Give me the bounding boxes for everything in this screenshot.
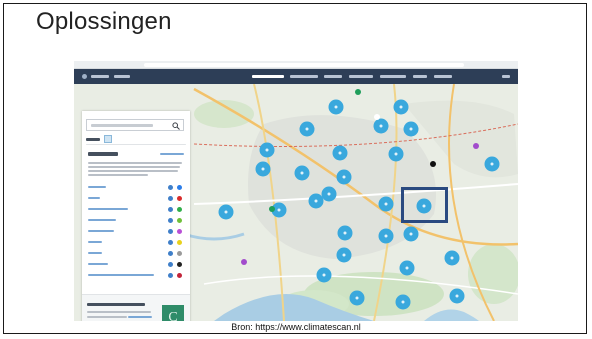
show-all-link[interactable] (160, 153, 184, 155)
category-color-dot (177, 240, 182, 245)
embedded-screenshot: C (74, 61, 518, 321)
map-cluster[interactable] (321, 186, 337, 202)
category-item[interactable] (88, 230, 114, 232)
categories-help (88, 166, 180, 168)
category-item[interactable] (88, 208, 128, 210)
map-cluster[interactable] (316, 267, 332, 283)
category-color-dot (177, 273, 182, 278)
nav-item (290, 75, 318, 78)
category-color-dot (177, 196, 182, 201)
map-cluster[interactable] (484, 156, 500, 172)
categories-help (88, 174, 148, 176)
divider (86, 144, 186, 145)
map-cluster[interactable] (299, 121, 315, 137)
category-item[interactable] (88, 186, 106, 188)
category-toggle[interactable] (168, 240, 173, 245)
search-input[interactable] (86, 119, 184, 131)
category-color-dot (177, 207, 182, 212)
map-marker[interactable] (269, 206, 275, 212)
category-color-dot (177, 229, 182, 234)
map-cluster[interactable] (336, 247, 352, 263)
map-cluster[interactable] (336, 169, 352, 185)
category-toggle[interactable] (168, 273, 173, 278)
map-cluster[interactable] (388, 146, 404, 162)
contribute-text (87, 311, 151, 313)
map-marker[interactable] (430, 161, 436, 167)
categories-help (88, 170, 178, 172)
map-marker[interactable] (355, 89, 361, 95)
nav-item (413, 75, 427, 78)
highlight-box (401, 187, 448, 223)
map-cluster[interactable] (349, 290, 365, 306)
map-marker[interactable] (374, 114, 380, 120)
map-cluster[interactable] (378, 228, 394, 244)
site-navbar (74, 69, 518, 84)
category-toggle[interactable] (168, 251, 173, 256)
category-toggle[interactable] (168, 218, 173, 223)
nav-item (502, 75, 510, 78)
contribute-box: C (82, 294, 190, 321)
category-item[interactable] (88, 219, 116, 221)
nav-item-active (252, 75, 284, 78)
category-item[interactable] (88, 197, 100, 199)
map-cluster[interactable] (218, 204, 234, 220)
climatescan-logo-icon: C (162, 305, 184, 321)
category-item[interactable] (88, 241, 102, 243)
nav-item (114, 75, 130, 78)
contribute-text (87, 316, 127, 318)
map-cluster[interactable] (255, 161, 271, 177)
map-cluster[interactable] (328, 99, 344, 115)
layers-icon[interactable] (104, 135, 112, 143)
map-cluster[interactable] (403, 226, 419, 242)
map-cluster[interactable] (373, 118, 389, 134)
category-toggle[interactable] (168, 262, 173, 267)
category-toggle[interactable] (168, 196, 173, 201)
category-item[interactable] (88, 263, 108, 265)
category-color-dot (177, 218, 182, 223)
map-cluster[interactable] (308, 193, 324, 209)
category-color-dot (177, 262, 182, 267)
nav-item (434, 75, 452, 78)
nav-item (380, 75, 406, 78)
address-bar (144, 63, 464, 67)
nav-item (349, 75, 373, 78)
nav-item (91, 75, 109, 78)
sidebar-panel: C (82, 111, 190, 321)
map-marker[interactable] (473, 143, 479, 149)
categories-heading (88, 152, 118, 156)
map-view: C (74, 84, 518, 321)
map-cluster[interactable] (449, 288, 465, 304)
category-toggle[interactable] (168, 185, 173, 190)
category-color-dot (177, 251, 182, 256)
map-cluster[interactable] (403, 121, 419, 137)
source-caption: Bron: https://www.climatescan.nl (231, 322, 361, 332)
map-cluster[interactable] (393, 99, 409, 115)
map-marker[interactable] (241, 259, 247, 265)
category-color-dot (177, 185, 182, 190)
slide-title: Oplossingen (36, 8, 172, 35)
nav-item (324, 75, 342, 78)
category-toggle[interactable] (168, 207, 173, 212)
category-toggle[interactable] (168, 229, 173, 234)
map-cluster[interactable] (337, 225, 353, 241)
map-cluster[interactable] (444, 250, 460, 266)
category-item[interactable] (88, 274, 154, 276)
map-cluster[interactable] (332, 145, 348, 161)
map-cluster[interactable] (378, 196, 394, 212)
site-logo-icon (82, 74, 87, 79)
map-cluster[interactable] (399, 260, 415, 276)
map-cluster[interactable] (294, 165, 310, 181)
map-cluster[interactable] (395, 294, 411, 310)
contribute-link[interactable] (128, 316, 152, 318)
browser-bar (74, 61, 518, 69)
categories-help (88, 162, 182, 164)
search-icon (172, 122, 180, 130)
contribute-heading (87, 303, 145, 306)
search-placeholder (91, 124, 153, 127)
tab-legend[interactable] (86, 138, 100, 141)
map-cluster[interactable] (259, 142, 275, 158)
category-item[interactable] (88, 252, 102, 254)
